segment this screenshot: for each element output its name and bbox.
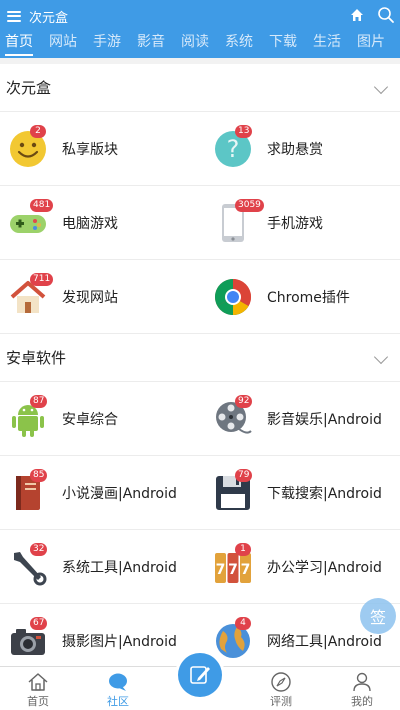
count-badge: 67 bbox=[30, 616, 48, 630]
forum-label: 手机游戏 bbox=[267, 215, 323, 232]
nav-label: 社区 bbox=[107, 695, 129, 708]
forum-item[interactable]: 92 影音娱乐|Android bbox=[205, 382, 400, 456]
forum-item[interactable]: 3059 手机游戏 bbox=[205, 186, 400, 260]
svg-text:?: ? bbox=[227, 135, 240, 163]
section-title: 安卓软件 bbox=[6, 349, 67, 367]
search-icon[interactable] bbox=[377, 6, 395, 24]
forum-label: 摄影图片|Android bbox=[62, 633, 177, 650]
count-badge: 87 bbox=[30, 394, 48, 408]
forum-item[interactable]: 481 电脑游戏 bbox=[0, 186, 205, 260]
forum-item[interactable]: 711 发现网站 bbox=[0, 260, 205, 334]
nav-label: 我的 bbox=[351, 695, 373, 708]
nav-review[interactable]: 评测 bbox=[256, 671, 306, 709]
forum-label: 安卓综合 bbox=[62, 411, 118, 428]
count-badge: 3059 bbox=[235, 198, 264, 212]
forum-label: 发现网站 bbox=[62, 289, 118, 306]
nav-community[interactable]: 社区 bbox=[93, 671, 143, 709]
nav-home[interactable]: 首页 bbox=[13, 671, 63, 709]
forum-item[interactable]: 32 系统工具|Android bbox=[0, 530, 205, 604]
forum-label: 影音娱乐|Android bbox=[267, 411, 382, 428]
section-title: 次元盒 bbox=[6, 79, 52, 97]
count-badge: 2 bbox=[30, 124, 46, 138]
forum-label: 小说漫画|Android bbox=[62, 485, 177, 502]
nav-label: 评测 bbox=[270, 695, 292, 708]
svg-text:7: 7 bbox=[228, 562, 238, 578]
forum-label: 求助悬赏 bbox=[267, 141, 323, 158]
app-header: 次元盒 bbox=[0, 0, 400, 32]
chrome-icon bbox=[214, 278, 252, 315]
forum-label: 电脑游戏 bbox=[62, 215, 118, 232]
compose-icon bbox=[190, 666, 210, 684]
section-android-software: 安卓软件 87 安卓综合 92 影音娱乐|Android 85 小说漫画|And… bbox=[0, 334, 400, 678]
count-badge: 4 bbox=[235, 616, 251, 630]
home-icon[interactable] bbox=[350, 8, 364, 22]
count-badge: 79 bbox=[235, 468, 253, 482]
forum-item[interactable]: 87 安卓综合 bbox=[0, 382, 205, 456]
nav-profile[interactable]: 我的 bbox=[337, 671, 387, 709]
tab-images[interactable]: 图片 bbox=[357, 32, 385, 52]
section-ciyuanhe: 次元盒 2 私享版块 ? 13 求助悬赏 481 电脑游戏 3059 手机游戏 … bbox=[0, 64, 400, 334]
svg-text:7: 7 bbox=[241, 562, 251, 578]
home-icon bbox=[28, 673, 48, 691]
section-header[interactable]: 次元盒 bbox=[0, 64, 400, 112]
forum-label: 系统工具|Android bbox=[62, 559, 177, 576]
bottom-nav: 首页 社区 评测 我的 bbox=[0, 653, 400, 710]
tab-home[interactable]: 首页 bbox=[5, 32, 33, 56]
nav-label: 首页 bbox=[27, 695, 49, 708]
count-badge: 13 bbox=[235, 124, 253, 138]
forum-label: 下载搜索|Android bbox=[267, 485, 382, 502]
category-tabs: 首页 网站 手游 影音 阅读 系统 下载 生活 图片 办公 bbox=[0, 32, 400, 58]
tab-mobile-games[interactable]: 手游 bbox=[93, 32, 121, 52]
forum-item[interactable]: 85 小说漫画|Android bbox=[0, 456, 205, 530]
count-badge: 481 bbox=[30, 198, 54, 212]
app-title: 次元盒 bbox=[29, 10, 69, 26]
tab-life[interactable]: 生活 bbox=[313, 32, 341, 52]
svg-text:7: 7 bbox=[216, 562, 226, 578]
tab-system[interactable]: 系统 bbox=[225, 32, 253, 52]
forum-label: 办公学习|Android bbox=[267, 559, 382, 576]
count-badge: 1 bbox=[235, 542, 251, 556]
menu-icon[interactable] bbox=[7, 10, 21, 22]
tab-websites[interactable]: 网站 bbox=[49, 32, 77, 52]
sign-in-button[interactable]: 签 bbox=[360, 598, 396, 634]
forum-item[interactable]: 79 下载搜索|Android bbox=[205, 456, 400, 530]
forum-label: Chrome插件 bbox=[267, 289, 350, 306]
compass-icon bbox=[271, 672, 291, 692]
compose-button[interactable] bbox=[178, 653, 222, 697]
user-icon bbox=[353, 672, 371, 692]
tab-media[interactable]: 影音 bbox=[137, 32, 165, 52]
tab-download[interactable]: 下载 bbox=[269, 32, 297, 52]
forum-item[interactable]: 7 7 7 1 办公学习|Android bbox=[205, 530, 400, 604]
tab-reading[interactable]: 阅读 bbox=[181, 32, 209, 52]
forum-label: 网络工具|Android bbox=[267, 633, 382, 650]
chevron-down-icon[interactable] bbox=[373, 79, 389, 95]
count-badge: 32 bbox=[30, 542, 48, 556]
chat-icon bbox=[109, 673, 127, 691]
chevron-down-icon[interactable] bbox=[373, 349, 389, 365]
count-badge: 85 bbox=[30, 468, 48, 482]
count-badge: 92 bbox=[235, 394, 253, 408]
forum-item[interactable]: Chrome插件 bbox=[205, 260, 400, 334]
section-header[interactable]: 安卓软件 bbox=[0, 334, 400, 382]
forum-item[interactable]: 2 私享版块 bbox=[0, 112, 205, 186]
forum-item[interactable]: ? 13 求助悬赏 bbox=[205, 112, 400, 186]
forum-label: 私享版块 bbox=[62, 141, 118, 158]
count-badge: 711 bbox=[30, 272, 54, 286]
